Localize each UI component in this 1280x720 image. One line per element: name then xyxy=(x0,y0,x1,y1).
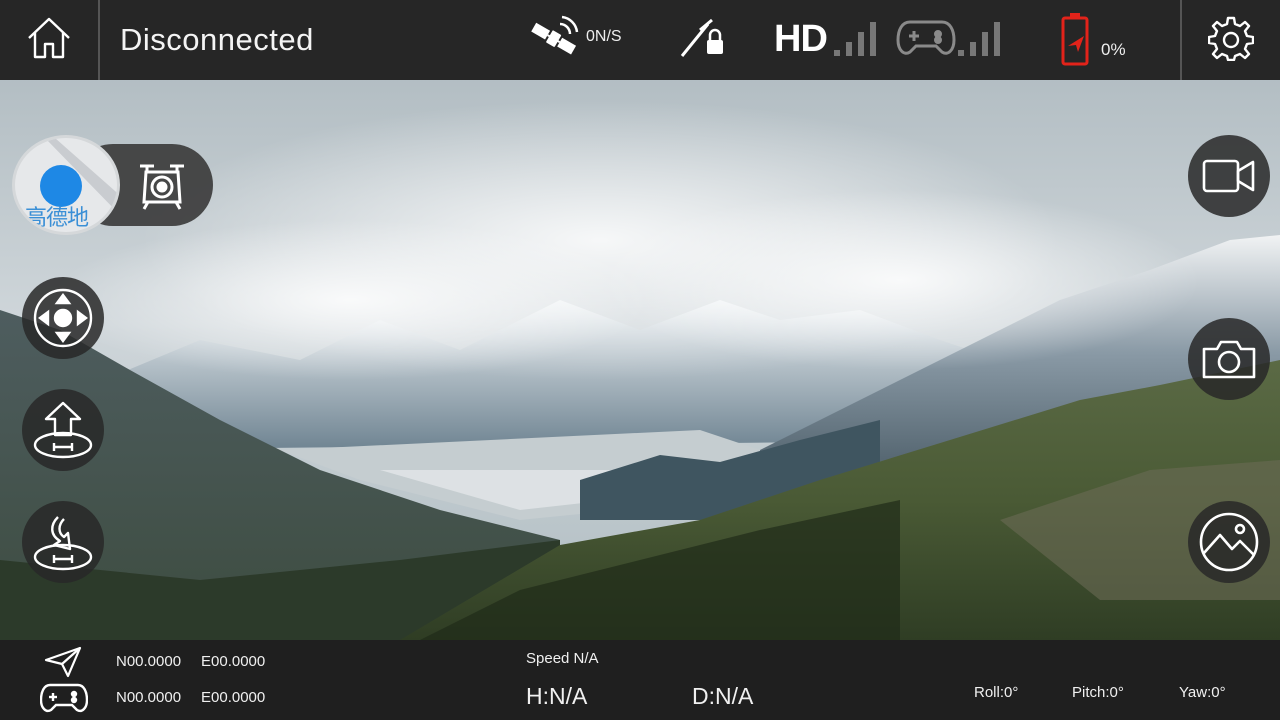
remote-longitude: E00.0000 xyxy=(201,689,266,706)
map-provider-text: 高德地 xyxy=(25,206,89,231)
takeoff-icon xyxy=(30,399,96,461)
drone-longitude: E00.0000 xyxy=(201,653,266,670)
gamepad-icon xyxy=(896,18,956,63)
pitch-readout: Pitch:0° xyxy=(1072,684,1124,701)
drone-camera-icon xyxy=(136,162,188,215)
video-signal-status: HD xyxy=(774,16,884,62)
gallery-button[interactable] xyxy=(1188,501,1270,583)
drone-latitude: N00.0000 xyxy=(116,653,182,670)
record-video-button[interactable] xyxy=(1188,135,1270,217)
camera-icon xyxy=(1201,337,1257,381)
battery-icon xyxy=(1060,12,1092,71)
gps-status: 0N/S xyxy=(526,14,636,62)
video-camera-icon xyxy=(1201,156,1257,196)
distance-readout: D:N/A xyxy=(692,683,754,709)
gallery-icon xyxy=(1198,511,1260,573)
connection-status: Disconnected xyxy=(120,22,314,57)
gear-icon xyxy=(1207,15,1255,66)
height-readout: H:N/A xyxy=(526,683,588,709)
take-photo-button[interactable] xyxy=(1188,318,1270,400)
direction-pad-icon xyxy=(32,287,94,349)
remote-signal-status xyxy=(896,16,1020,62)
minimap-thumbnail[interactable]: 高德地 xyxy=(12,135,120,235)
yaw-readout: Yaw:0° xyxy=(1179,684,1226,701)
return-home-icon xyxy=(30,511,96,573)
home-button[interactable] xyxy=(0,0,100,80)
video-signal-bars-icon xyxy=(832,18,884,63)
settings-button[interactable] xyxy=(1180,0,1280,80)
satellite-icon xyxy=(526,14,582,65)
home-icon xyxy=(26,16,72,65)
video-quality-label: HD xyxy=(774,18,828,60)
gps-satellite-count: 0N/S xyxy=(586,28,622,45)
telemetry-bar: N00.0000 E00.0000 N00.0000 E00.0000 Spee… xyxy=(0,640,1280,720)
remote-position-icon xyxy=(39,682,89,719)
takeoff-button[interactable] xyxy=(22,389,104,471)
map-camera-switch[interactable]: 高德地 xyxy=(12,135,213,235)
battery-percent: 0% xyxy=(1101,40,1126,59)
drone-position-icon xyxy=(44,646,82,683)
motor-lock-icon xyxy=(678,18,728,65)
roll-readout: Roll:0° xyxy=(974,684,1019,701)
top-status-bar: Disconnected 0N/S HD 0% xyxy=(0,0,1280,80)
camera-feed-background xyxy=(0,0,1280,720)
remote-latitude: N00.0000 xyxy=(116,689,182,706)
drone-battery-status: 0% xyxy=(1060,12,1140,68)
remote-signal-bars-icon xyxy=(956,18,1016,63)
return-home-button[interactable] xyxy=(22,501,104,583)
speed-readout: Speed N/A xyxy=(526,650,599,667)
joystick-mode-button[interactable] xyxy=(22,277,104,359)
